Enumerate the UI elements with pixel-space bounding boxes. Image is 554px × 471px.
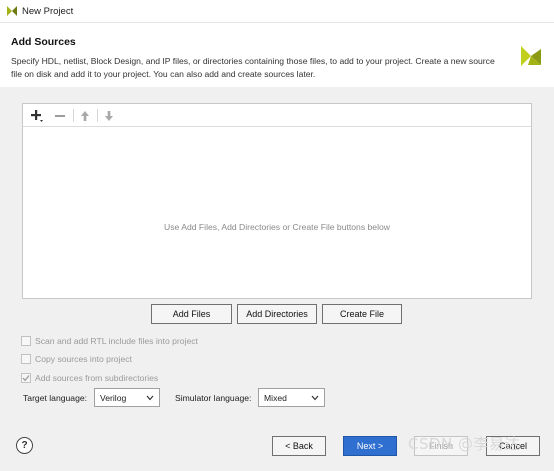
simulator-language-select[interactable]: Mixed (258, 388, 325, 407)
panel-toolbar (23, 104, 531, 127)
next-label: Next > (356, 441, 384, 451)
add-files-label: Add Files (172, 309, 211, 319)
simulator-language-value: Mixed (264, 392, 287, 403)
add-button[interactable] (28, 107, 45, 124)
title-bar: New Project (0, 0, 554, 23)
toolbar-divider (97, 109, 98, 122)
scan-rtl-include-checkbox[interactable]: Scan and add RTL include files into proj… (21, 334, 198, 347)
simulator-language-label: Simulator language: (175, 393, 252, 403)
add-directories-button[interactable]: Add Directories (237, 304, 317, 324)
finish-button[interactable]: Finish (414, 436, 468, 456)
page-description: Specify HDL, netlist, Block Design, and … (11, 56, 495, 79)
create-file-label: Create File (339, 309, 384, 319)
target-language-value: Verilog (100, 392, 127, 403)
source-file-panel: Use Add Files, Add Directories or Create… (22, 103, 532, 299)
finish-label: Finish (428, 441, 453, 451)
copy-sources-checkbox[interactable]: Copy sources into project (21, 352, 132, 365)
wizard-header: Add Sources Specify HDL, netlist, Block … (0, 23, 554, 87)
help-label: ? (21, 440, 28, 451)
vivado-logo-icon (521, 46, 541, 66)
checkbox-box (21, 353, 31, 364)
help-button[interactable]: ? (16, 437, 33, 454)
back-label: < Back (285, 441, 313, 451)
checkmark-icon (22, 374, 30, 381)
chevron-down-icon (311, 395, 319, 401)
empty-list-message: Use Add Files, Add Directories or Create… (164, 222, 390, 232)
wizard-footer: ? < Back Next > Finish Cancel CSDN @李易达 (0, 425, 554, 471)
next-button[interactable]: Next > (343, 436, 397, 456)
target-language-select[interactable]: Verilog (94, 388, 160, 407)
cancel-button[interactable]: Cancel (486, 436, 540, 456)
checkbox-label: Copy sources into project (35, 353, 132, 364)
chevron-down-icon (146, 395, 154, 401)
checkbox-label: Scan and add RTL include files into proj… (35, 335, 198, 346)
add-files-button[interactable]: Add Files (151, 304, 232, 324)
app-logo-icon (7, 6, 17, 16)
language-row: Target language: Verilog Simulator langu… (0, 388, 554, 408)
add-subdirectories-checkbox[interactable]: Add sources from subdirectories (21, 371, 158, 384)
target-language-label: Target language: (23, 393, 88, 403)
window-title: New Project (22, 6, 74, 17)
wizard-content: Use Add Files, Add Directories or Create… (0, 87, 554, 425)
cancel-label: Cancel (498, 441, 527, 451)
remove-button[interactable] (51, 107, 68, 124)
back-button[interactable]: < Back (272, 436, 326, 456)
page-title: Add Sources (11, 36, 76, 48)
add-directories-label: Add Directories (246, 309, 308, 319)
plus-icon (30, 109, 43, 122)
arrow-up-icon (80, 110, 89, 121)
minus-icon (54, 114, 65, 117)
move-down-button[interactable] (100, 107, 117, 124)
toolbar-divider (73, 109, 74, 122)
checkbox-box (21, 335, 31, 346)
arrow-down-icon (104, 110, 113, 121)
checkbox-box (21, 372, 31, 383)
checkbox-label: Add sources from subdirectories (35, 372, 159, 383)
move-up-button[interactable] (76, 107, 93, 124)
create-file-button[interactable]: Create File (322, 304, 402, 324)
